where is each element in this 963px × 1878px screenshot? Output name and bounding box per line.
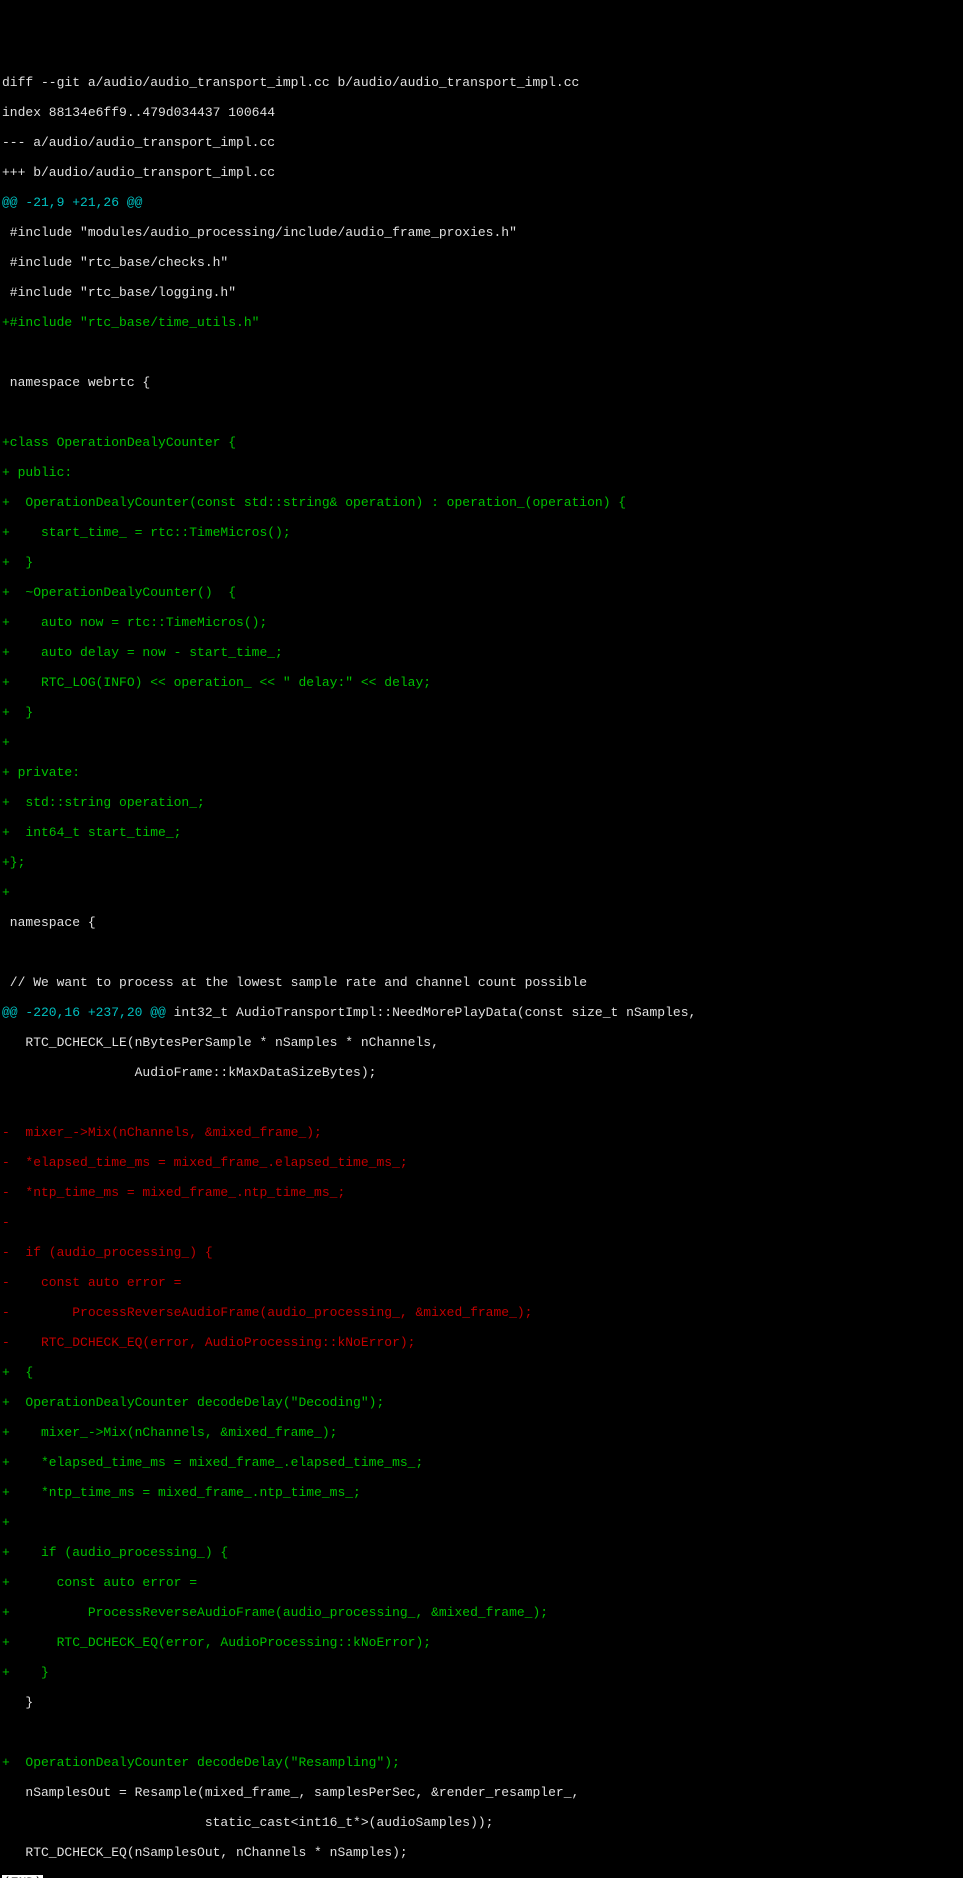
- diff-ctx: namespace {: [2, 915, 961, 930]
- diff-ctx: #include "modules/audio_processing/inclu…: [2, 225, 961, 240]
- diff-del: - *elapsed_time_ms = mixed_frame_.elapse…: [2, 1155, 961, 1170]
- diff-add: + ProcessReverseAudioFrame(audio_process…: [2, 1605, 961, 1620]
- diff-add: + RTC_DCHECK_EQ(error, AudioProcessing::…: [2, 1635, 961, 1650]
- diff-add: +: [2, 1515, 961, 1530]
- diff-ctx: [2, 1095, 961, 1110]
- diff-add: + ~OperationDealyCounter() {: [2, 585, 961, 600]
- diff-ctx: RTC_DCHECK_LE(nBytesPerSample * nSamples…: [2, 1035, 961, 1050]
- diff-add: +: [2, 885, 961, 900]
- diff-add: + *elapsed_time_ms = mixed_frame_.elapse…: [2, 1455, 961, 1470]
- diff-ctx: nSamplesOut = Resample(mixed_frame_, sam…: [2, 1785, 961, 1800]
- hunk2-context: int32_t AudioTransportImpl::NeedMorePlay…: [166, 1005, 697, 1020]
- diff-add: +#include "rtc_base/time_utils.h": [2, 315, 961, 330]
- diff-add: + auto delay = now - start_time_;: [2, 645, 961, 660]
- diff-del: - RTC_DCHECK_EQ(error, AudioProcessing::…: [2, 1335, 961, 1350]
- diff-add: + OperationDealyCounter decodeDelay("Res…: [2, 1755, 961, 1770]
- diff-add: + mixer_->Mix(nChannels, &mixed_frame_);: [2, 1425, 961, 1440]
- diff-add: + OperationDealyCounter decodeDelay("Dec…: [2, 1395, 961, 1410]
- diff-header-minus: --- a/audio/audio_transport_impl.cc: [2, 135, 961, 150]
- diff-add: + }: [2, 705, 961, 720]
- diff-add: +: [2, 735, 961, 750]
- diff-add: +};: [2, 855, 961, 870]
- diff-add: + if (audio_processing_) {: [2, 1545, 961, 1560]
- diff-del: - mixer_->Mix(nChannels, &mixed_frame_);: [2, 1125, 961, 1140]
- hunk2-range: @@ -220,16 +237,20 @@: [2, 1005, 166, 1020]
- diff-del: - if (audio_processing_) {: [2, 1245, 961, 1260]
- diff-header-index: index 88134e6ff9..479d034437 100644: [2, 105, 961, 120]
- diff-add: + std::string operation_;: [2, 795, 961, 810]
- pager-end-marker[interactable]: (END): [2, 1875, 43, 1878]
- diff-hunk2: @@ -220,16 +237,20 @@ int32_t AudioTrans…: [2, 1005, 961, 1020]
- diff-add: + }: [2, 1665, 961, 1680]
- diff-ctx: [2, 345, 961, 360]
- diff-header-plus: +++ b/audio/audio_transport_impl.cc: [2, 165, 961, 180]
- diff-add: + auto now = rtc::TimeMicros();: [2, 615, 961, 630]
- diff-add: + start_time_ = rtc::TimeMicros();: [2, 525, 961, 540]
- terminal-output[interactable]: diff --git a/audio/audio_transport_impl.…: [0, 60, 963, 1878]
- diff-add: + {: [2, 1365, 961, 1380]
- diff-ctx: AudioFrame::kMaxDataSizeBytes);: [2, 1065, 961, 1080]
- diff-add: + int64_t start_time_;: [2, 825, 961, 840]
- diff-ctx: [2, 405, 961, 420]
- diff-add: + RTC_LOG(INFO) << operation_ << " delay…: [2, 675, 961, 690]
- pager-status-line: (END): [2, 1875, 961, 1878]
- diff-del: - *ntp_time_ms = mixed_frame_.ntp_time_m…: [2, 1185, 961, 1200]
- diff-del: -: [2, 1215, 961, 1230]
- diff-ctx: [2, 945, 961, 960]
- diff-ctx: // We want to process at the lowest samp…: [2, 975, 961, 990]
- diff-ctx: }: [2, 1695, 961, 1710]
- diff-ctx: #include "rtc_base/logging.h": [2, 285, 961, 300]
- diff-add: + public:: [2, 465, 961, 480]
- diff-hunk1: @@ -21,9 +21,26 @@: [2, 195, 961, 210]
- diff-ctx: #include "rtc_base/checks.h": [2, 255, 961, 270]
- diff-add: + *ntp_time_ms = mixed_frame_.ntp_time_m…: [2, 1485, 961, 1500]
- diff-ctx: [2, 1725, 961, 1740]
- diff-add: + }: [2, 555, 961, 570]
- diff-del: - ProcessReverseAudioFrame(audio_process…: [2, 1305, 961, 1320]
- diff-add: + const auto error =: [2, 1575, 961, 1590]
- diff-ctx: RTC_DCHECK_EQ(nSamplesOut, nChannels * n…: [2, 1845, 961, 1860]
- diff-header-git: diff --git a/audio/audio_transport_impl.…: [2, 75, 961, 90]
- diff-del: - const auto error =: [2, 1275, 961, 1290]
- diff-add: +class OperationDealyCounter {: [2, 435, 961, 450]
- diff-ctx: static_cast<int16_t*>(audioSamples));: [2, 1815, 961, 1830]
- diff-add: + private:: [2, 765, 961, 780]
- diff-ctx: namespace webrtc {: [2, 375, 961, 390]
- diff-add: + OperationDealyCounter(const std::strin…: [2, 495, 961, 510]
